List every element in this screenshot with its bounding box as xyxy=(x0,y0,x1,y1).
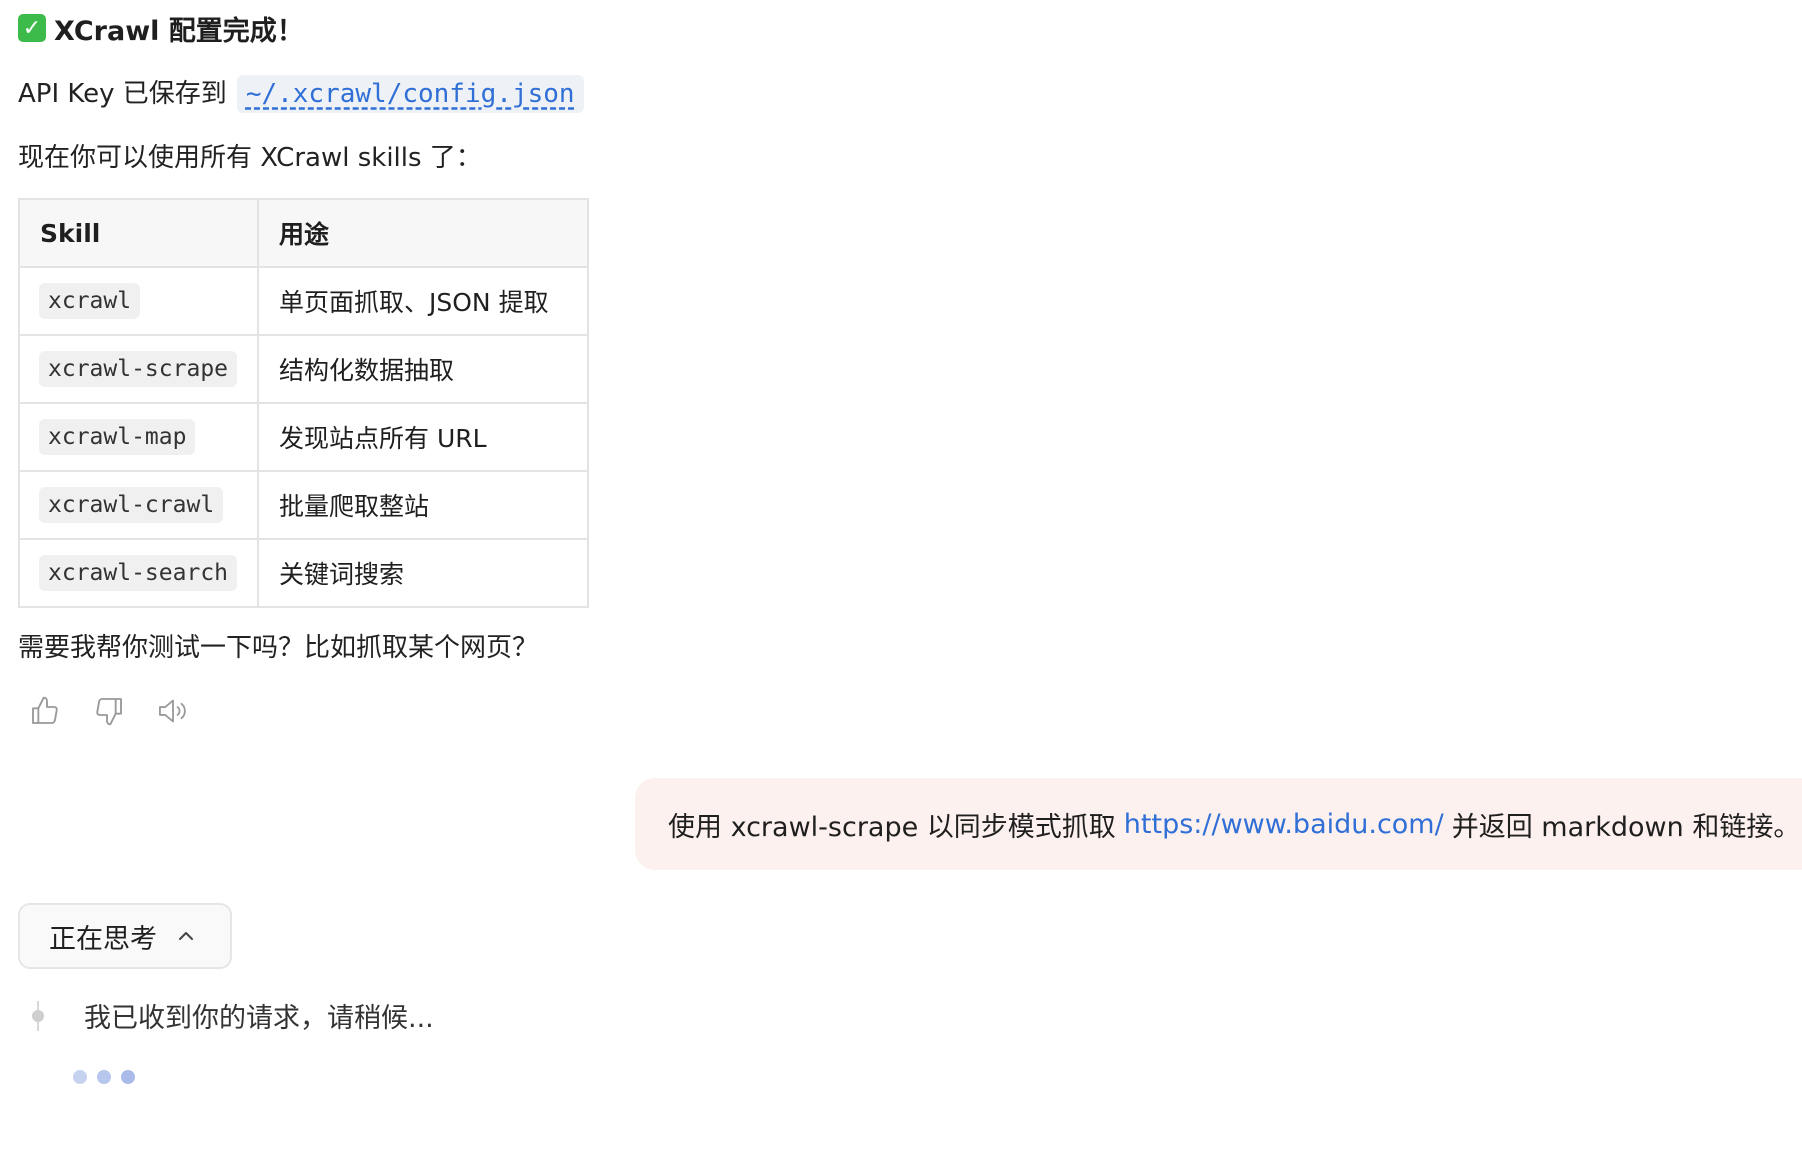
table-row: xcrawl-scrape 结构化数据抽取 xyxy=(18,334,589,404)
thumbs-up-button[interactable] xyxy=(28,694,62,728)
header-purpose: 用途 xyxy=(257,198,589,268)
skill-purpose: 单页面抓取、JSON 提取 xyxy=(257,266,589,336)
chevron-up-icon xyxy=(177,930,195,942)
user-message-suffix: 并返回 markdown 和链接。 xyxy=(1451,811,1801,843)
table-header-row: Skill 用途 xyxy=(18,198,589,268)
thumbs-down-icon xyxy=(96,698,122,726)
read-aloud-button[interactable] xyxy=(156,694,190,728)
thumbs-up-icon xyxy=(32,696,58,724)
skill-code: xcrawl xyxy=(39,283,141,319)
skill-purpose: 批量爬取整站 xyxy=(257,470,589,540)
check-mark-icon: ✓ xyxy=(18,14,46,42)
typing-indicator xyxy=(73,1070,135,1084)
api-key-text: API Key 已保存到 xyxy=(18,79,227,109)
message-title: ✓ XCrawl 配置完成！ xyxy=(18,8,918,48)
skill-purpose: 发现站点所有 URL xyxy=(257,402,589,472)
user-message-link[interactable]: https://www.baidu.com/ xyxy=(1124,809,1444,840)
typing-dot xyxy=(121,1070,135,1084)
table-row: xcrawl 单页面抓取、JSON 提取 xyxy=(18,266,589,336)
thinking-label: 正在思考 xyxy=(49,923,157,955)
skill-code: xcrawl-scrape xyxy=(39,351,237,387)
thinking-toggle-button[interactable]: 正在思考 xyxy=(18,903,232,969)
typing-dot xyxy=(97,1070,111,1084)
skill-code: xcrawl-map xyxy=(39,419,196,455)
user-message: 使用 xcrawl-scrape 以同步模式抓取 https://www.bai… xyxy=(635,778,1802,870)
table-row: xcrawl-crawl 批量爬取整站 xyxy=(18,470,589,540)
assistant-message: ✓ XCrawl 配置完成！ API Key 已保存到 ~/.xcrawl/co… xyxy=(18,8,918,728)
title-text: XCrawl 配置完成！ xyxy=(54,15,304,47)
message-actions xyxy=(18,694,918,728)
speaker-icon xyxy=(159,699,186,723)
thinking-status: 我已收到你的请求，请稍候... xyxy=(18,996,434,1035)
config-path-link[interactable]: ~/.xcrawl/config.json xyxy=(236,75,584,113)
followup-question: 需要我帮你测试一下吗？比如抓取某个网页？ xyxy=(18,633,539,663)
table-row: xcrawl-search 关键词搜索 xyxy=(18,538,589,608)
skills-table: Skill 用途 xcrawl 单页面抓取、JSON 提取 xcrawl-scr… xyxy=(18,198,589,608)
typing-dot xyxy=(73,1070,87,1084)
thumbs-down-button[interactable] xyxy=(92,694,126,728)
timeline-dot-icon xyxy=(18,1000,58,1031)
table-row: xcrawl-map 发现站点所有 URL xyxy=(18,402,589,472)
api-key-line: API Key 已保存到 ~/.xcrawl/config.json xyxy=(18,74,918,114)
intro-text: 现在你可以使用所有 XCrawl skills 了： xyxy=(18,143,482,173)
skill-purpose: 关键词搜索 xyxy=(257,538,589,608)
skill-code: xcrawl-search xyxy=(39,555,237,591)
user-message-prefix: 使用 xcrawl-scrape 以同步模式抓取 xyxy=(668,811,1116,843)
thinking-status-text: 我已收到你的请求，请稍候... xyxy=(84,1003,434,1034)
skill-purpose: 结构化数据抽取 xyxy=(257,334,589,404)
skill-code: xcrawl-crawl xyxy=(39,487,224,523)
header-skill: Skill xyxy=(18,198,259,268)
